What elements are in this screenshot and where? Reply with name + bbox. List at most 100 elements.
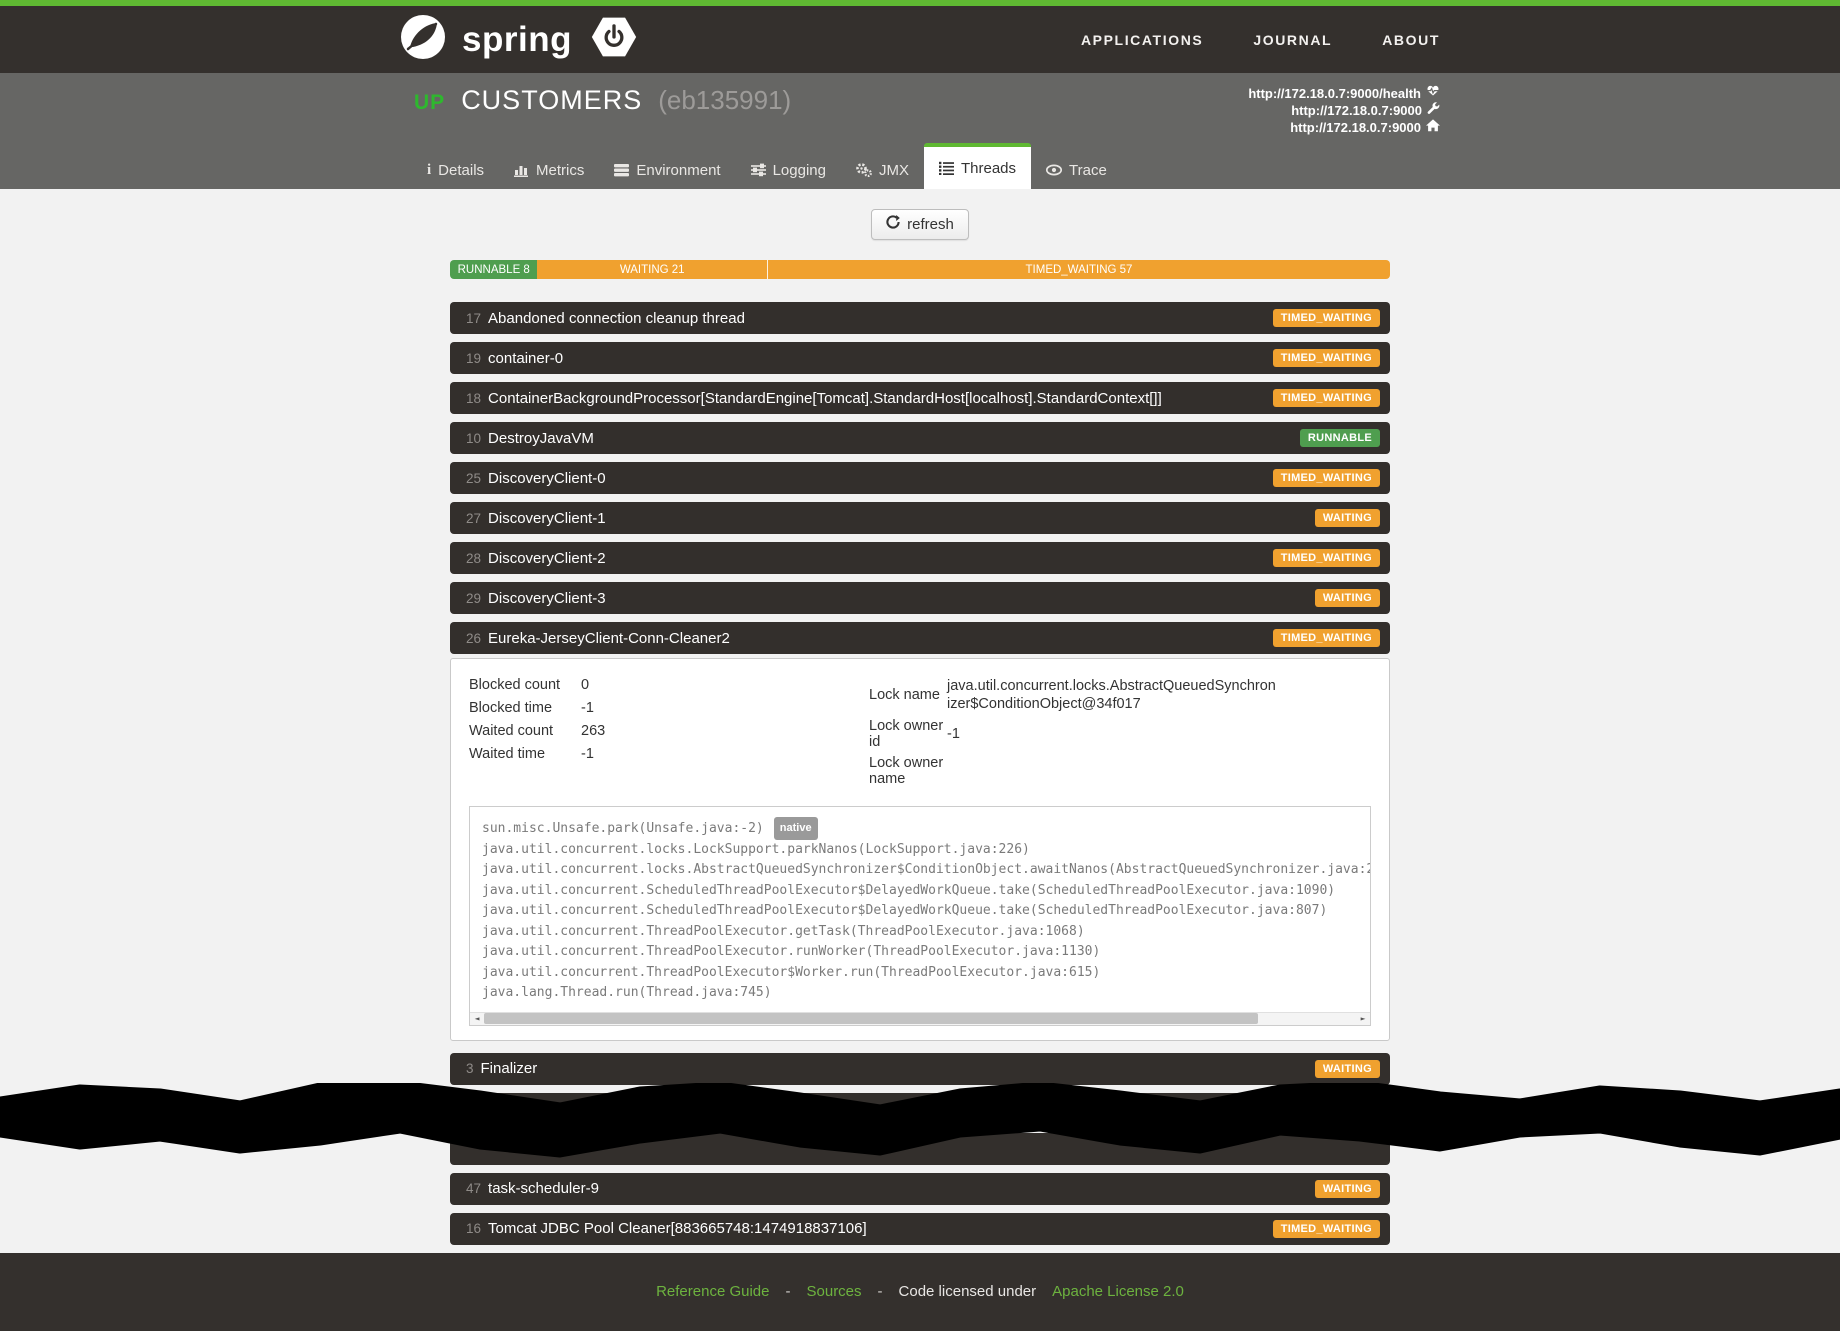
thread-row[interactable]: 19 container-0 TIMED_WAITING <box>450 342 1390 374</box>
service-url-link[interactable]: http://172.18.0.7:9000 <box>1248 119 1440 136</box>
tab-details[interactable]: i Details <box>412 151 499 189</box>
native-badge: native <box>774 817 818 840</box>
thread-name: Eureka-JerseyClient-Conn-Cleaner2 <box>488 630 1273 647</box>
tab-metrics[interactable]: Metrics <box>499 151 599 189</box>
thread-id: 28 <box>466 551 481 566</box>
application-header: UP CUSTOMERS (eb135991) http://172.18.0.… <box>0 73 1840 189</box>
lock-value: -1 <box>947 725 1277 743</box>
thread-stats: Blocked count0 Blocked time-1 Waited cou… <box>469 677 869 792</box>
refresh-button[interactable]: refresh <box>871 209 969 240</box>
nav-menu: APPLICATIONS JOURNAL ABOUT <box>1081 32 1440 48</box>
thread-row[interactable]: 27 DiscoveryClient-1 WAITING <box>450 502 1390 534</box>
thread-id: 3 <box>466 1061 474 1076</box>
management-url-link[interactable]: http://172.18.0.7:9000 <box>1248 102 1440 119</box>
reference-guide-link[interactable]: Reference Guide <box>656 1283 769 1300</box>
thread-row[interactable]: 26 Eureka-JerseyClient-Conn-Cleaner2 TIM… <box>450 622 1390 654</box>
tab-jmx[interactable]: JMX <box>841 151 924 189</box>
health-url-link[interactable]: http://172.18.0.7:9000/health <box>1248 85 1440 102</box>
navbar-item-applications[interactable]: APPLICATIONS <box>1081 32 1203 48</box>
thread-row[interactable]: 29 DiscoveryClient-3 WAITING <box>450 582 1390 614</box>
thread-list: 17 Abandoned connection cleanup thread T… <box>450 302 1390 1245</box>
wrench-icon <box>1427 102 1440 119</box>
horizontal-scrollbar[interactable]: ◄ ► <box>470 1012 1370 1025</box>
lock-value: java.util.concurrent.locks.AbstractQueue… <box>947 677 1277 713</box>
thread-row[interactable]: 3 Finalizer WAITING <box>450 1053 1390 1085</box>
thread-id: 10 <box>466 431 481 446</box>
stat-label: Waited count <box>469 723 581 739</box>
tab-bar: i Details Metrics Environment <box>400 143 1440 189</box>
server-icon <box>614 163 629 177</box>
sliders-icon <box>751 163 766 177</box>
stacktrace-line: java.util.concurrent.ThreadPoolExecutor.… <box>482 922 1370 943</box>
refresh-label: refresh <box>907 216 954 233</box>
apache-license-link[interactable]: Apache License 2.0 <box>1052 1283 1184 1300</box>
thread-row[interactable]: 42 http-nio-9000-Acceptor-0 RUNNABLE <box>450 1093 1390 1125</box>
thread-state-badge: TIMED_WAITING <box>1273 1220 1380 1238</box>
tab-environment[interactable]: Environment <box>599 151 735 189</box>
app-id: (eb135991) <box>658 85 791 116</box>
separator: - <box>878 1283 883 1300</box>
tab-label: Environment <box>636 162 720 179</box>
tab-logging[interactable]: Logging <box>736 151 841 189</box>
thread-row[interactable]: 18 ContainerBackgroundProcessor[Standard… <box>450 382 1390 414</box>
thread-state-summary-bar: RUNNABLE 8 WAITING 21 TIMED_WAITING 57 <box>450 260 1390 279</box>
thread-row[interactable]: 47 task-scheduler-9 WAITING <box>450 1173 1390 1205</box>
thread-name: DiscoveryClient-0 <box>488 470 1273 487</box>
page: spring APPLICATIONS JOURNAL ABOUT <box>0 0 1840 1331</box>
thread-state-badge: WAITING <box>1315 1060 1380 1078</box>
thread-row-redacted[interactable] <box>450 1133 1390 1165</box>
tab-label: Details <box>438 162 484 179</box>
thread-row[interactable]: 25 DiscoveryClient-0 TIMED_WAITING <box>450 462 1390 494</box>
thread-state-badge: TIMED_WAITING <box>1273 469 1380 487</box>
service-links: http://172.18.0.7:9000/health http://172… <box>1248 85 1440 136</box>
thread-row[interactable]: 17 Abandoned connection cleanup thread T… <box>450 302 1390 334</box>
stacktrace-line: java.util.concurrent.locks.LockSupport.p… <box>482 840 1370 861</box>
stat-value: -1 <box>581 746 594 762</box>
stacktrace-box: sun.misc.Unsafe.park(Unsafe.java:-2)nati… <box>469 806 1371 1026</box>
tab-label: Trace <box>1069 162 1107 179</box>
scroll-right-arrow-icon[interactable]: ► <box>1356 1012 1370 1025</box>
thread-name: Finalizer <box>481 1060 1315 1077</box>
spring-leaf-logo-icon <box>400 14 446 65</box>
thread-state-badge: TIMED_WAITING <box>1273 389 1380 407</box>
tab-trace[interactable]: Trace <box>1031 151 1122 189</box>
summary-segment-timed-waiting: TIMED_WAITING 57 <box>767 260 1390 279</box>
tab-threads[interactable]: Threads <box>924 143 1031 189</box>
footer: Reference Guide - Sources - Code license… <box>0 1253 1840 1331</box>
thread-row[interactable]: 16 Tomcat JDBC Pool Cleaner[883665748:14… <box>450 1213 1390 1245</box>
thread-id: 29 <box>466 591 481 606</box>
stat-value: 263 <box>581 723 605 739</box>
thread-detail-panel: Blocked count0 Blocked time-1 Waited cou… <box>450 658 1390 1041</box>
thread-state-badge: WAITING <box>1315 589 1380 607</box>
stat-value: -1 <box>581 700 594 716</box>
thread-id: 42 <box>466 1101 481 1116</box>
scrollbar-thumb[interactable] <box>484 1013 1258 1024</box>
tab-label: Threads <box>961 160 1016 177</box>
thread-state-badge: RUNNABLE <box>1300 429 1380 447</box>
brand[interactable]: spring <box>400 13 640 66</box>
navbar-item-about[interactable]: ABOUT <box>1382 32 1440 48</box>
thread-name: DiscoveryClient-3 <box>488 590 1315 607</box>
thread-state-badge: WAITING <box>1315 509 1380 527</box>
thread-row[interactable]: 28 DiscoveryClient-2 TIMED_WAITING <box>450 542 1390 574</box>
thread-state-badge: WAITING <box>1315 1180 1380 1198</box>
thread-state-badge: RUNNABLE <box>1300 1100 1380 1118</box>
bar-chart-icon <box>514 163 529 177</box>
stat-value: 0 <box>581 677 589 693</box>
refresh-icon <box>886 215 900 233</box>
stat-label: Blocked time <box>469 700 581 716</box>
scroll-left-arrow-icon[interactable]: ◄ <box>470 1012 484 1025</box>
thread-id: 47 <box>466 1181 481 1196</box>
application-title: UP CUSTOMERS (eb135991) <box>400 85 791 116</box>
navbar-item-journal[interactable]: JOURNAL <box>1253 32 1332 48</box>
brand-name: spring <box>462 20 572 60</box>
thread-name: Tomcat JDBC Pool Cleaner[883665748:14749… <box>488 1220 1273 1237</box>
thread-name: container-0 <box>488 350 1273 367</box>
separator: - <box>786 1283 791 1300</box>
spring-boot-hexagon-icon <box>588 13 640 66</box>
thread-locks: Lock namejava.util.concurrent.locks.Abst… <box>869 677 1371 792</box>
sources-link[interactable]: Sources <box>807 1283 862 1300</box>
thread-row[interactable]: 10 DestroyJavaVM RUNNABLE <box>450 422 1390 454</box>
thread-id: 16 <box>466 1221 481 1236</box>
management-url-text: http://172.18.0.7:9000 <box>1291 102 1422 119</box>
